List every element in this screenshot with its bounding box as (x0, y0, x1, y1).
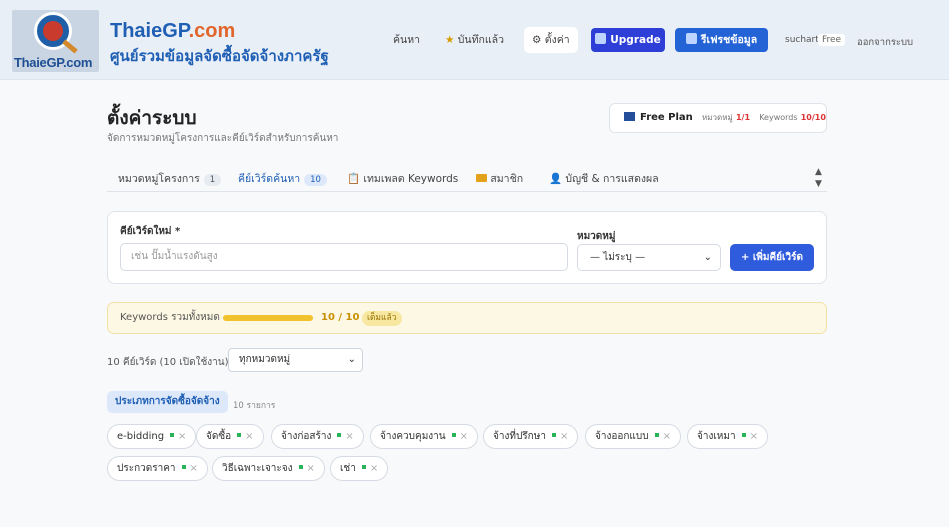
category-group-count: 10 รายการ (233, 401, 276, 411)
nav-search[interactable]: ค้นหา (393, 27, 420, 53)
keyword-chip-label: วิธีเฉพาะเจาะจง (222, 463, 293, 474)
keyword-chip[interactable]: ประกวดราคา × (107, 456, 208, 481)
refresh-data-button[interactable]: รีเฟรชข้อมูล (675, 28, 768, 52)
tab-account-display[interactable]: 👤 บัญชี & การแสดงผล (549, 170, 659, 187)
arrow-up-icon[interactable]: ▲ (815, 166, 822, 178)
logo-text: ThaieGP.com (14, 55, 93, 70)
remove-icon[interactable]: × (178, 431, 186, 442)
category-label: หมวดหมู่ (577, 231, 616, 242)
keyword-chip-label: ประกวดราคา (117, 463, 176, 474)
page-title: ตั้งค่าระบบ (107, 107, 197, 129)
keyword-chip[interactable]: จ้างออกแบบ × (585, 424, 681, 449)
chevron-down-icon: ⌄ (347, 354, 356, 365)
active-status-dot-icon (654, 433, 659, 437)
tagline: ศูนย์รวมข้อมูลจัดซื้อจัดจ้างภาครัฐ (110, 47, 329, 65)
keyword-chip[interactable]: จ้างที่ปรึกษา × (483, 424, 579, 449)
logo[interactable]: ThaieGP.com (12, 10, 99, 72)
remove-icon[interactable]: × (560, 431, 568, 442)
user-icon: 👤 (549, 173, 563, 185)
active-status-dot-icon (361, 465, 366, 469)
active-status-dot-icon (337, 433, 342, 437)
keyword-input[interactable]: เช่น ปั๊มน้ำแรงดันสูง (120, 243, 568, 271)
chevron-down-icon: ⌄ (703, 252, 712, 263)
category-select[interactable]: — ไม่ระบุ — ⌄ (577, 244, 721, 271)
gear-icon: ⚙ (532, 34, 542, 46)
keyword-chip-label: จ้างเหมา (697, 431, 736, 442)
logout-link[interactable]: ออกจากระบบ (857, 35, 913, 50)
active-status-dot-icon (298, 465, 303, 469)
keyword-chip[interactable]: จัดซื้อ × (196, 424, 264, 449)
remove-icon[interactable]: × (245, 431, 253, 442)
plan-summary-card: Free Plan หมวดหมู่ 1/1 Keywords 10/10 (609, 103, 827, 133)
tab-keywords[interactable]: คีย์เวิร์ดค้นหา 10 (238, 170, 327, 187)
upgrade-icon (595, 33, 607, 44)
keyword-chip-label: จัดซื้อ (206, 431, 232, 442)
keyword-chip[interactable]: จ้างเหมา × (687, 424, 768, 449)
top-header: ThaieGP.com ThaieGP.com ศูนย์รวมข้อมูลจั… (0, 0, 949, 80)
quota-label: Keywords รวมทั้งหมด (120, 312, 220, 323)
nav-saved[interactable]: ★ บันทึกแล้ว (445, 27, 504, 53)
star-icon: ★ (445, 34, 455, 46)
remove-icon[interactable]: × (190, 463, 198, 474)
keyword-chip-label: จ้างออกแบบ (595, 431, 649, 442)
plan-badge: Free (818, 34, 846, 46)
keyword-chip-label: จ้างควบคุมงาน (380, 431, 446, 442)
keyword-chip-label: e-bidding (117, 431, 165, 442)
keyword-quota-bar: Keywords รวมทั้งหมด 10 / 10 เต็มแล้ว (107, 302, 827, 334)
plan-icon (624, 112, 635, 121)
arrow-down-icon[interactable]: ▼ (815, 178, 822, 190)
upgrade-button[interactable]: Upgrade (591, 28, 665, 52)
keyword-chip[interactable]: วิธีเฉพาะเจาะจง × (212, 456, 325, 481)
quota-full-badge: เต็มแล้ว (362, 311, 402, 326)
remove-icon[interactable]: × (750, 431, 758, 442)
tab-scroll-arrows[interactable]: ▲ ▼ (815, 166, 822, 190)
category-group-label: ประเภทการจัดซื้อจัดจ้าง (107, 391, 228, 413)
remove-icon[interactable]: × (307, 463, 315, 474)
active-status-dot-icon (551, 433, 556, 437)
tab-members[interactable]: สมาชิก (476, 170, 523, 187)
keyword-chip[interactable]: e-bidding × (107, 424, 197, 449)
brand-name[interactable]: ThaieGP.com (110, 20, 235, 43)
keyword-count-text: 10 คีย์เวิร์ด (10 เปิดใช้งาน) (107, 357, 229, 368)
refresh-icon (685, 33, 697, 44)
quota-progress-bar (223, 315, 313, 321)
tab-categories[interactable]: หมวดหมู่โครงการ 1 (118, 170, 222, 187)
active-status-dot-icon (237, 433, 242, 437)
keyword-chip[interactable]: เช่า × (330, 456, 389, 481)
card-icon (476, 174, 487, 182)
keyword-chip-label: จ้างที่ปรึกษา (493, 431, 546, 442)
add-keyword-button[interactable]: + เพิ่มคีย์เวิร์ด (730, 244, 814, 271)
username: suchart (785, 35, 819, 45)
category-filter-select[interactable]: ทุกหมวดหมู่ ⌄ (228, 348, 363, 372)
keyword-label: คีย์เวิร์ดใหม่ * (120, 226, 181, 237)
keyword-chip[interactable]: จ้างก่อสร้าง × (271, 424, 364, 449)
quota-value: 10 / 10 (321, 312, 360, 323)
tab-keyword-templates[interactable]: 📋 เทมเพลต Keywords (347, 170, 458, 187)
keyword-chip[interactable]: จ้างควบคุมงาน × (370, 424, 479, 449)
clipboard-icon: 📋 (347, 173, 361, 185)
active-status-dot-icon (451, 433, 456, 437)
remove-icon[interactable]: × (345, 431, 353, 442)
remove-icon[interactable]: × (370, 463, 378, 474)
active-status-dot-icon (741, 433, 746, 437)
active-status-dot-icon (181, 465, 186, 469)
keyword-chip-label: จ้างก่อสร้าง (281, 431, 332, 442)
page-subtitle: จัดการหมวดหมู่โครงการและคีย์เวิร์ดสำหรับ… (107, 133, 339, 144)
remove-icon[interactable]: × (460, 431, 468, 442)
keyword-chip-label: เช่า (340, 463, 356, 474)
nav-settings[interactable]: ⚙ ตั้งค่า (524, 27, 578, 53)
remove-icon[interactable]: × (663, 431, 671, 442)
settings-tabs: หมวดหมู่โครงการ 1 คีย์เวิร์ดค้นหา 10 📋 เทม… (107, 164, 827, 192)
active-status-dot-icon (170, 433, 175, 437)
gavel-icon (62, 39, 78, 54)
add-keyword-card: คีย์เวิร์ดใหม่ * เช่น ปั๊มน้ำแรงดันสูง ห… (107, 211, 827, 284)
